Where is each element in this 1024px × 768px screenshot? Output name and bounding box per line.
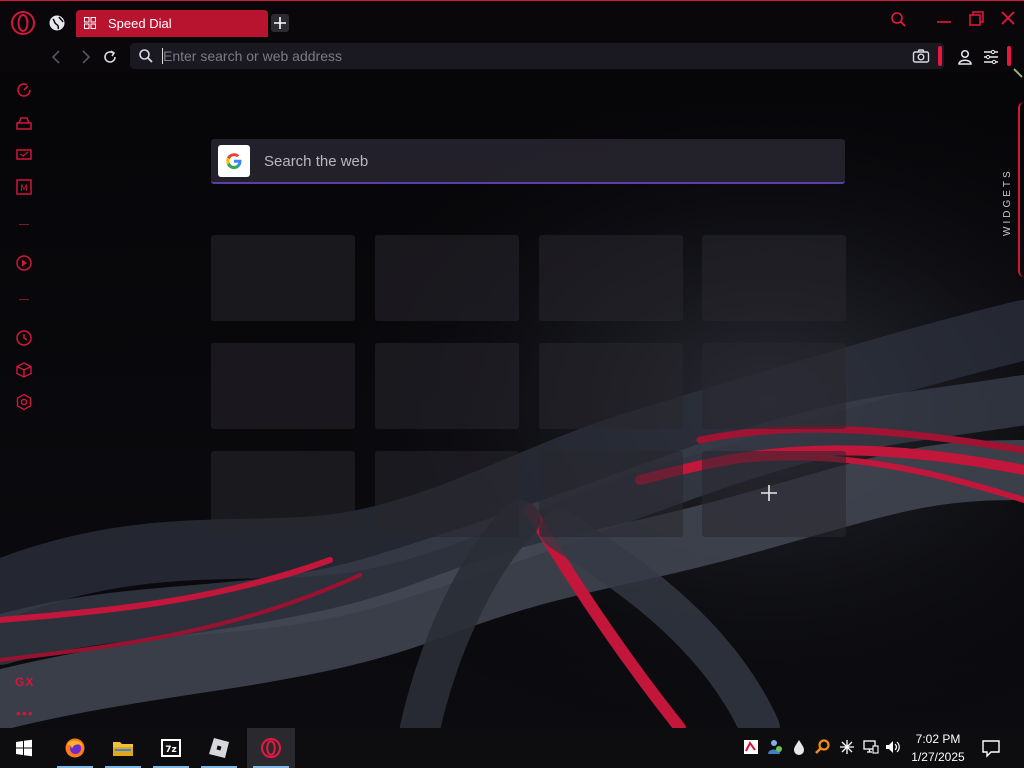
tab-speed-dial[interactable]: Speed Dial <box>76 10 268 37</box>
sidebar-separator <box>19 299 29 300</box>
close-icon[interactable] <box>996 8 1020 30</box>
sidebar-more-button[interactable]: ••• <box>16 705 34 721</box>
restore-icon[interactable] <box>964 8 988 30</box>
player-icon[interactable] <box>14 253 34 273</box>
tab-title: Speed Dial <box>108 16 172 31</box>
globe-icon[interactable] <box>48 14 66 32</box>
svg-text:M: M <box>20 184 28 194</box>
speed-dial-tile[interactable] <box>211 235 355 321</box>
pen-edit-icon[interactable] <box>1012 67 1024 79</box>
firefox-icon <box>65 738 85 758</box>
speed-dial-tile[interactable] <box>211 343 355 429</box>
opera-gx-menu-icon[interactable] <box>10 10 36 36</box>
easy-setup-icon[interactable] <box>981 47 1001 67</box>
windows-start-icon[interactable] <box>14 738 34 758</box>
speed-dial-tile[interactable] <box>211 451 355 537</box>
tray-volume-icon[interactable] <box>884 738 902 756</box>
speed-dial-tile[interactable] <box>539 235 683 321</box>
gx-corner-icon[interactable]: M <box>14 177 34 197</box>
speed-dial-tile[interactable] <box>702 235 846 321</box>
reload-icon[interactable] <box>101 48 119 66</box>
new-tab-plus-icon[interactable] <box>271 14 289 32</box>
svg-text:7z: 7z <box>165 745 177 755</box>
file-explorer-icon <box>113 742 133 756</box>
gx-store-icon[interactable] <box>14 113 34 133</box>
tray-network-icon[interactable] <box>862 738 880 756</box>
tray-search-magnifier-icon[interactable] <box>814 738 832 756</box>
taskbar-7zip[interactable]: 7z <box>147 728 195 768</box>
speed-dial-search-box[interactable]: Search the web <box>211 139 845 184</box>
extensions-cube-icon[interactable] <box>14 360 34 380</box>
opera-gx-icon <box>261 738 281 758</box>
tray-antivirus-icon[interactable] <box>742 738 760 756</box>
tray-droplet-icon[interactable] <box>790 738 808 756</box>
address-input[interactable]: Enter search or web address <box>163 48 342 64</box>
taskbar-roblox[interactable] <box>195 728 243 768</box>
speed-dial-grid-icon <box>84 17 96 29</box>
minimize-icon[interactable] <box>932 8 956 30</box>
taskbar-opera-gx[interactable] <box>247 728 295 768</box>
twitch-icon[interactable] <box>14 145 34 165</box>
search-tabs-icon[interactable] <box>886 8 910 30</box>
widgets-label[interactable]: WIDGETS <box>1002 146 1022 236</box>
settings-gear-icon[interactable] <box>14 392 34 412</box>
gx-control-icon[interactable] <box>14 80 34 100</box>
forward-icon[interactable] <box>76 48 94 66</box>
speed-dial-tile[interactable] <box>539 451 683 537</box>
speed-dial-tile[interactable] <box>375 235 519 321</box>
google-logo-icon <box>218 145 250 177</box>
addressbar-accent-divider <box>938 46 942 66</box>
speed-dial-tile[interactable] <box>375 451 519 537</box>
taskbar-clock-date[interactable]: 1/27/2025 <box>906 750 970 764</box>
7zip-icon: 7z <box>161 739 181 757</box>
roblox-icon <box>209 738 229 758</box>
tray-asterisk-icon[interactable] <box>838 738 856 756</box>
camera-snapshot-icon[interactable] <box>912 48 930 64</box>
search-icon <box>139 49 153 63</box>
gx-label[interactable]: GX <box>15 675 34 689</box>
tray-network-users-icon[interactable] <box>766 738 784 756</box>
add-site-plus-icon[interactable] <box>760 484 778 502</box>
search-input[interactable]: Search the web <box>264 153 368 170</box>
address-bar[interactable]: Enter search or web address <box>130 43 944 69</box>
back-icon[interactable] <box>48 48 66 66</box>
sidebar-separator <box>19 224 29 225</box>
speed-dial-tile[interactable] <box>702 343 846 429</box>
account-icon[interactable] <box>955 47 975 67</box>
speed-dial-tile[interactable] <box>539 343 683 429</box>
action-center-notification-icon[interactable] <box>981 738 1001 758</box>
taskbar-clock-time[interactable]: 7:02 PM <box>906 732 970 746</box>
taskbar-file-explorer[interactable] <box>99 728 147 768</box>
gx-control-accent <box>1007 46 1011 66</box>
speed-dial-tile[interactable] <box>375 343 519 429</box>
history-clock-icon[interactable] <box>14 328 34 348</box>
taskbar-firefox[interactable] <box>51 728 99 768</box>
